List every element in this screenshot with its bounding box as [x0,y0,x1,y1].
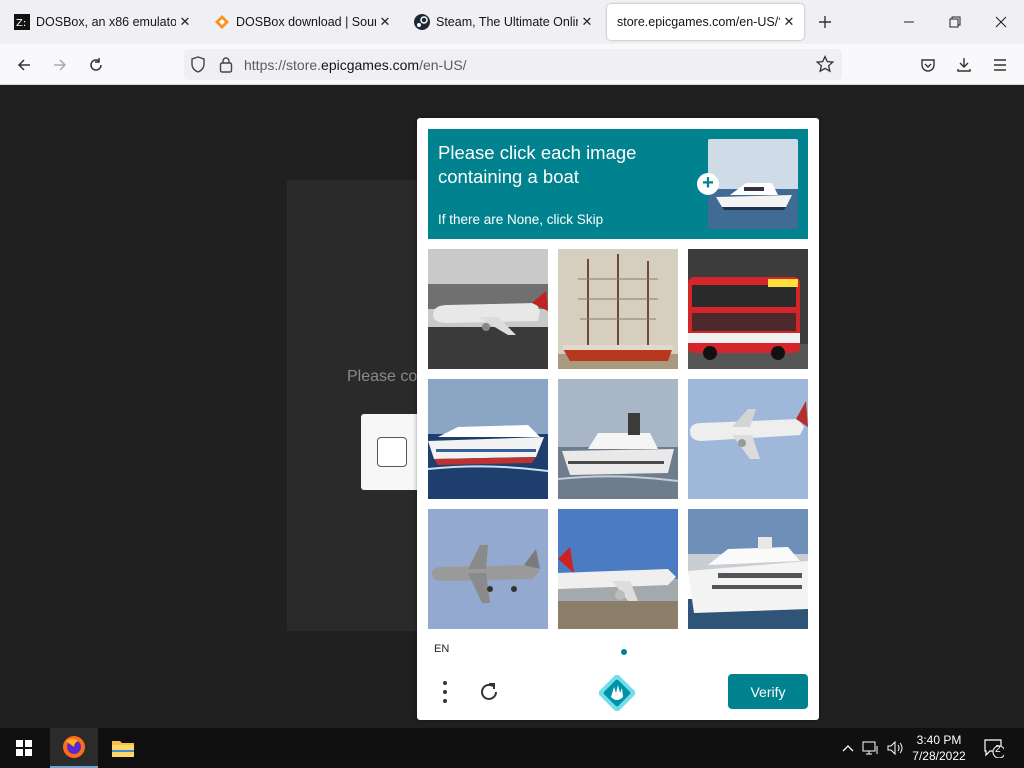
restore-icon [949,16,961,28]
network-icon[interactable] [861,738,881,758]
pocket-icon [921,59,935,72]
plus-icon [819,16,831,28]
vertical-dots-icon [443,681,447,703]
sourceforge-icon [214,14,230,30]
url-host: epicgames.com [321,57,420,73]
address-bar[interactable]: https://store.epicgames.com/en-US/ [184,49,842,80]
back-button[interactable] [10,51,38,79]
tab-strip: Z: DOSBox, an x86 emulator w ✕ DOSBox do… [0,0,1024,44]
system-clock[interactable]: 3:40 PM 7/28/2022 [904,732,974,764]
bookmark-star-icon[interactable] [815,54,835,78]
downloads-button[interactable] [950,51,978,79]
close-icon[interactable]: ✕ [782,15,796,29]
image-grid [428,249,808,629]
more-options-button[interactable] [435,678,455,706]
prompt-subtext: If there are None, click Skip [438,212,604,227]
firefox-icon [63,736,85,758]
notification-count: 2 [995,744,1001,755]
taskbar-firefox[interactable] [50,728,98,768]
arrow-left-icon [17,59,30,71]
tab-steam[interactable]: Steam, The Ultimate Online ✕ [404,4,602,40]
pocket-button[interactable] [914,51,942,79]
minimize-icon [904,21,914,23]
url-prefix: https://store. [244,57,322,73]
hamburger-icon [994,59,1006,71]
svg-text:Z:: Z: [16,18,26,29]
close-window-button[interactable] [978,0,1024,44]
forward-button[interactable] [46,51,74,79]
grid-tile-airplane[interactable] [688,379,808,499]
close-icon[interactable]: ✕ [378,15,392,29]
background-prompt-text: Please co [347,368,418,385]
example-image[interactable] [708,139,798,229]
folder-icon [112,741,134,757]
grid-tile-airplane[interactable] [558,509,678,629]
tab-dosbox[interactable]: Z: DOSBox, an x86 emulator w ✕ [4,4,200,40]
language-selector[interactable]: EN [434,643,449,655]
refresh-icon [481,683,497,700]
plus-icon[interactable]: + [697,173,719,195]
menu-button[interactable] [986,51,1014,79]
grid-tile-yacht[interactable] [688,509,808,629]
navigation-toolbar: https://store.epicgames.com/en-US/ [0,44,1024,85]
shield-icon[interactable] [190,56,206,78]
close-icon[interactable]: ✕ [178,15,192,29]
grid-tile-cruise-ship[interactable] [428,379,548,499]
prompt-text: Please click each image containing a boa… [438,142,637,187]
refresh-challenge-button[interactable] [475,678,503,706]
volume-icon[interactable] [885,738,905,758]
grid-tile-airplane[interactable] [428,249,548,369]
dosbox-icon: Z: [14,14,30,30]
taskbar-file-explorer[interactable] [99,728,147,768]
tab-title: DOSBox, an x86 emulator w [36,15,176,29]
url-path: /en-US/ [419,57,467,73]
close-icon[interactable]: ✕ [580,15,594,29]
clock-time: 3:40 PM [916,733,962,747]
captcha-checkbox[interactable] [377,437,407,467]
hcaptcha-challenge: Please click each image containing a boa… [417,118,819,720]
steam-icon [414,14,430,30]
restore-button[interactable] [932,0,978,44]
chevron-up-icon[interactable] [838,738,858,758]
reload-button[interactable] [82,51,110,79]
grid-tile-bus[interactable] [688,249,808,369]
download-icon [957,58,971,72]
challenge-prompt: Please click each image containing a boa… [428,129,808,239]
notification-center[interactable]: 2 [984,738,1004,758]
verify-button[interactable]: Verify [728,674,808,709]
hcaptcha-logo-icon[interactable] [598,674,636,712]
close-icon [995,16,1007,28]
notification-icon [984,739,1004,758]
clock-date: 7/28/2022 [912,749,966,763]
arrow-right-icon [54,59,67,71]
reload-icon [90,58,102,71]
start-button[interactable] [0,728,48,768]
grid-tile-airplane[interactable] [428,509,548,629]
windows-taskbar: 3:40 PM 7/28/2022 2 [0,728,1024,768]
url-text[interactable]: https://store.epicgames.com/en-US/ [244,57,467,73]
tab-epic-store[interactable]: store.epicgames.com/en-US/? ✕ [607,4,804,40]
grid-tile-ship[interactable] [558,379,678,499]
windows-icon [16,740,32,756]
lock-icon[interactable] [219,56,233,78]
tab-title: Steam, The Ultimate Online [436,15,578,29]
page-indicator-dot [621,649,627,655]
grid-tile-sailing-ship[interactable] [558,249,678,369]
tab-sourceforge[interactable]: DOSBox download | Source ✕ [204,4,400,40]
tab-title: store.epicgames.com/en-US/? [617,15,780,29]
tab-title: DOSBox download | Source [236,15,376,29]
minimize-button[interactable] [886,0,932,44]
new-tab-button[interactable] [813,10,837,34]
